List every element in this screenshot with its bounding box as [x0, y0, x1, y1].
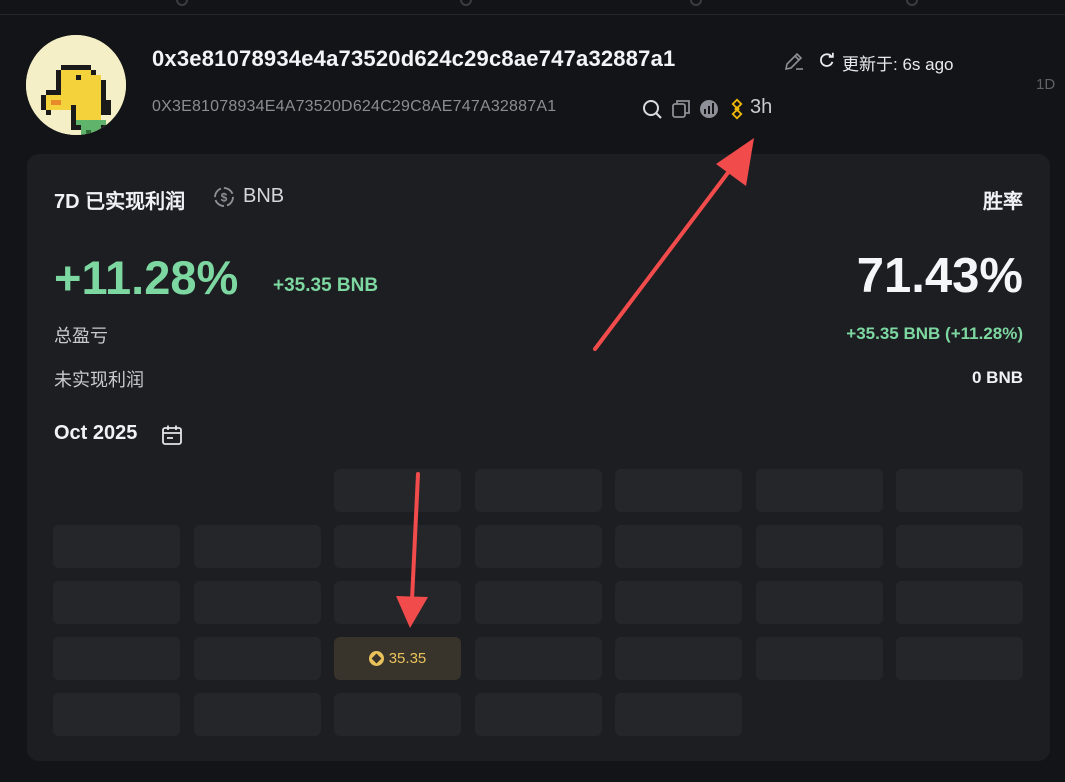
calendar-day-cell[interactable] [615, 469, 742, 512]
calendar-day-cell[interactable] [896, 581, 1023, 624]
wallet-address: 0x3e81078934e4a73520d624c29c8ae747a32887… [152, 46, 676, 71]
pnl-percent: +11.28% [54, 251, 239, 304]
calendar-day-cell[interactable] [194, 637, 321, 680]
calendar-day-cell[interactable] [896, 637, 1023, 680]
top-tab-strip [0, 0, 1065, 15]
calendar-day-cell[interactable] [475, 693, 602, 736]
wallet-avatar [26, 35, 126, 135]
page: 0x3e81078934e4a73520d624c29c8ae747a32887… [0, 0, 1065, 782]
edit-icon[interactable] [782, 49, 806, 73]
calendar-day-cell[interactable] [756, 581, 883, 624]
last-updated: 更新于: 6s ago [842, 55, 954, 74]
total-pnl-value: +35.35 BNB (+11.28%) [846, 324, 1023, 343]
bnb-coin-icon [368, 651, 384, 666]
unrealized-profit-label: 未实现利润 [54, 370, 144, 390]
calendar-day-cell[interactable] [756, 637, 883, 680]
wallet-age: 3h [750, 96, 773, 118]
calendar-day-cell[interactable] [53, 525, 180, 568]
calendar-day-cell[interactable] [756, 469, 883, 512]
currency-label[interactable]: BNB [243, 185, 284, 208]
unrealized-profit-value: 0 BNB [971, 368, 1023, 387]
calendar-day-cell[interactable] [896, 525, 1023, 568]
tab-dot[interactable] [906, 0, 918, 6]
calendar-day-cell[interactable] [615, 693, 742, 736]
search-icon[interactable] [641, 98, 663, 120]
explorer-icon[interactable] [698, 98, 720, 120]
calendar-day-cell[interactable] [334, 581, 461, 624]
calendar-day-cell[interactable] [194, 581, 321, 624]
calendar-day-cell[interactable] [53, 637, 180, 680]
wallet-address-upper: 0X3E81078934E4A73520D624C29C8AE747A32887… [152, 98, 557, 115]
tab-dot[interactable] [690, 0, 702, 6]
tab-dot[interactable] [176, 0, 188, 6]
calendar-day-cell[interactable] [53, 693, 180, 736]
bnb-chain-icon [731, 98, 743, 120]
day-pnl-value: 35.35 [388, 650, 427, 667]
calendar-day-cell[interactable] [194, 693, 321, 736]
calendar-icon[interactable] [160, 423, 184, 447]
winrate-title: 胜率 [983, 191, 1023, 213]
calendar-day-cell-active[interactable]: 35.35 [334, 637, 461, 680]
calendar-day-cell[interactable] [53, 581, 180, 624]
refresh-icon[interactable] [818, 51, 836, 69]
total-pnl-label: 总盈亏 [54, 326, 108, 346]
calendar-day-cell[interactable] [615, 525, 742, 568]
winrate-value: 71.43% [856, 249, 1023, 303]
calendar-day-cell[interactable] [896, 469, 1023, 512]
calendar-day-cell[interactable] [475, 581, 602, 624]
calendar-day-cell[interactable] [334, 525, 461, 568]
copy-icon[interactable] [670, 98, 692, 120]
calendar-day-cell[interactable] [334, 693, 461, 736]
svg-text:$: $ [221, 191, 228, 205]
pnl-amount: +35.35 BNB [273, 275, 379, 296]
calendar-day-cell[interactable] [475, 469, 602, 512]
calendar-day-cell[interactable] [756, 525, 883, 568]
calendar-day-cell[interactable] [615, 581, 742, 624]
realized-profit-title: 7D 已实现利润 [54, 191, 186, 213]
tab-dot[interactable] [460, 0, 472, 6]
currency-switch-icon[interactable]: $ [213, 186, 235, 208]
calendar-day-cell[interactable] [475, 525, 602, 568]
calendar-day-cell[interactable] [334, 469, 461, 512]
timeframe-label[interactable]: 1D [1036, 76, 1055, 93]
calendar-day-cell[interactable] [475, 637, 602, 680]
calendar-month: Oct 2025 [54, 422, 138, 444]
calendar-day-cell[interactable] [194, 525, 321, 568]
calendar-day-cell[interactable] [615, 637, 742, 680]
